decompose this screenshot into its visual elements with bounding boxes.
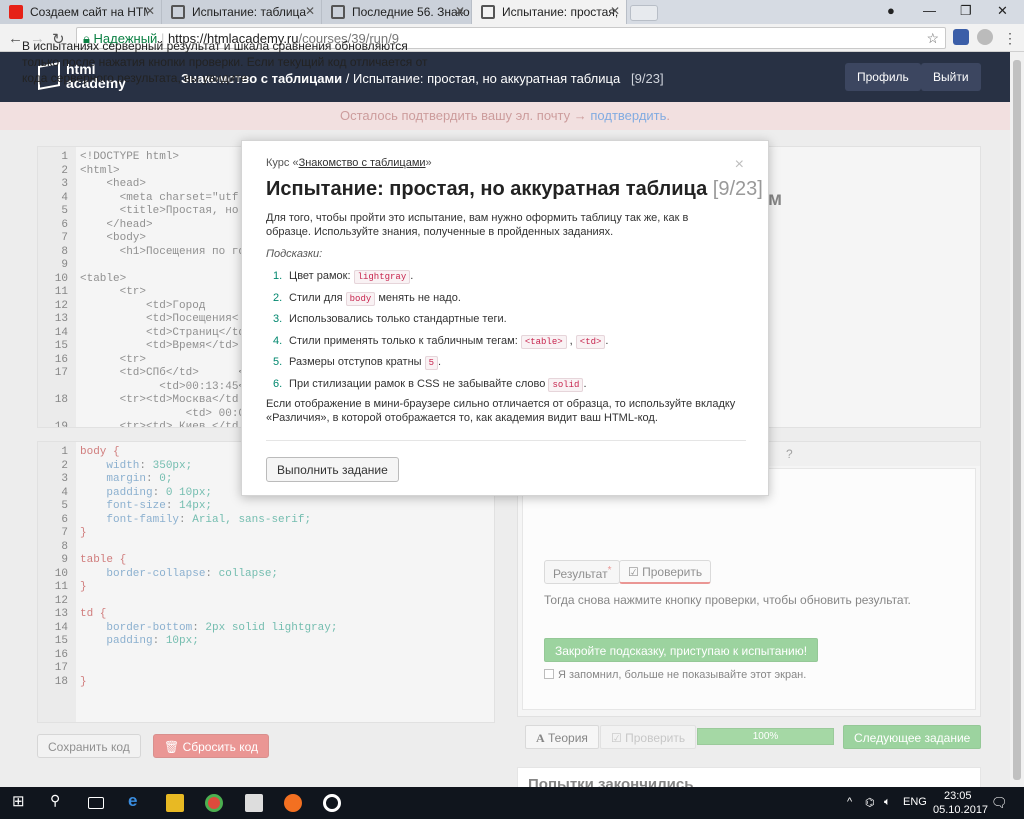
hint-text: . xyxy=(410,270,414,282)
hint-text: В испытаниях серверный результат и шкала… xyxy=(22,39,428,85)
extension-icon[interactable] xyxy=(953,29,969,45)
hints-list: 1. Цвет рамок: lightgray. 2. Стили для bo… xyxy=(273,268,743,398)
browser-tab-bar: Создаем сайт на HTML5 ✕ Испытание: табли… xyxy=(0,0,1024,24)
task-modal: Курс «Знакомство с таблицами» × Испытани… xyxy=(241,140,769,496)
browser-tab-2[interactable]: Испытание: таблица по ✕ xyxy=(162,0,322,24)
clock-date[interactable]: 05.10.2017 xyxy=(933,804,988,816)
hint-text: . xyxy=(583,377,587,390)
hint-item: 4. Стили применять только к табличным те… xyxy=(273,333,743,355)
course-suffix: » xyxy=(425,157,432,169)
hints-label: Подсказки: xyxy=(266,248,323,260)
breadcrumb-count: [9/23] xyxy=(631,71,664,86)
hint-item: 2. Стили для body менять не надо. xyxy=(273,290,743,312)
modal-footer-text: Если отображение в мини-браузере сильно … xyxy=(266,398,736,424)
modal-divider xyxy=(266,440,746,441)
course-link[interactable]: Знакомство с таблицами xyxy=(299,157,426,169)
edge-icon[interactable]: e xyxy=(128,791,146,810)
browser-tab-4[interactable]: Испытание: простая, но ✕ xyxy=(472,0,627,24)
hint-text: , xyxy=(566,334,576,347)
bookmark-star-icon[interactable]: ☆ xyxy=(926,30,939,47)
modal-title-text: Испытание: простая, но аккуратная таблиц… xyxy=(266,178,708,200)
tab-title: Последние 56. Знаком xyxy=(352,5,470,19)
close-window-icon[interactable]: ✕ xyxy=(997,3,1008,19)
hint-text: . xyxy=(605,334,609,347)
tab-title: Создаем сайт на HTML5 xyxy=(30,5,148,19)
close-tab-icon[interactable]: ✕ xyxy=(455,4,465,18)
run-task-button[interactable]: Выполнить задание xyxy=(266,457,399,482)
task-view-icon[interactable] xyxy=(88,797,104,809)
modal-title: Испытание: простая, но аккуратная таблиц… xyxy=(266,178,763,201)
new-tab-button[interactable] xyxy=(630,5,658,21)
hint-number: 5. xyxy=(273,356,283,369)
store-icon[interactable] xyxy=(245,794,263,812)
file-explorer-icon[interactable] xyxy=(166,794,184,812)
hint-text: менять не надо. xyxy=(375,291,461,304)
course-prefix: Курс « xyxy=(266,157,299,169)
hint-number: 2. xyxy=(273,291,283,304)
hint-number: 1. xyxy=(273,270,283,282)
network-icon[interactable]: ⌬ xyxy=(865,796,875,809)
hint-text: Цвет рамок: xyxy=(286,270,354,282)
close-tab-icon[interactable]: ✕ xyxy=(610,4,620,18)
firefox-icon[interactable] xyxy=(284,794,302,812)
profile-icon[interactable]: ● xyxy=(887,3,895,18)
browser-tab-3[interactable]: Последние 56. Знаком ✕ xyxy=(322,0,472,24)
hint-item: 3. Использовались только стандартные тег… xyxy=(273,311,743,333)
hint-code: solid xyxy=(548,377,584,392)
modal-close-icon[interactable]: × xyxy=(735,156,744,174)
page-scrollbar[interactable] xyxy=(1010,52,1024,787)
hint-code: 5 xyxy=(424,356,439,371)
menu-icon[interactable]: ⋮ xyxy=(1003,30,1017,47)
close-tab-icon[interactable]: ✕ xyxy=(145,4,155,18)
modal-course: Курс «Знакомство с таблицами» xyxy=(266,157,432,169)
close-tab-icon[interactable]: ✕ xyxy=(305,4,315,18)
tab-title: Испытание: простая, но xyxy=(502,5,620,19)
hint-text: Стили для xyxy=(286,291,346,304)
hint-text: Использовались только стандартные теги. xyxy=(286,313,507,326)
youtube-icon xyxy=(9,5,23,19)
hint-text: При стилизации рамок в CSS не забывайте … xyxy=(286,377,549,390)
hint-number: 3. xyxy=(273,313,283,326)
scrollbar-thumb[interactable] xyxy=(1013,60,1021,780)
htmlacademy-icon xyxy=(331,5,345,19)
hint-number: 6. xyxy=(273,377,283,390)
hint-text: . xyxy=(438,356,442,369)
back-icon[interactable]: ← xyxy=(8,30,23,47)
modal-title-count: [9/23] xyxy=(712,178,763,200)
hint-code: lightgray xyxy=(353,270,411,284)
hint-item: 6. При стилизации рамок в CSS не забывай… xyxy=(273,376,743,398)
hint-text-block: В испытаниях серверный результат и шкала… xyxy=(22,38,432,86)
htmlacademy-icon xyxy=(481,5,495,19)
extension-globe-icon[interactable] xyxy=(977,29,993,45)
profile-button[interactable]: Профиль xyxy=(845,63,921,91)
hint-code: <td> xyxy=(575,334,606,349)
htmlacademy-icon xyxy=(171,5,185,19)
chrome-icon[interactable] xyxy=(205,794,223,812)
volume-icon[interactable]: 🔈︎ xyxy=(884,796,891,809)
tray-chevron-icon[interactable]: ^ xyxy=(847,796,852,808)
browser-tab-1[interactable]: Создаем сайт на HTML5 ✕ xyxy=(0,0,162,24)
hint-item: 1. Цвет рамок: lightgray. xyxy=(273,268,743,290)
language-indicator[interactable]: ENG xyxy=(903,796,927,808)
tab-title: Испытание: таблица по xyxy=(192,5,310,19)
notifications-icon[interactable]: 🗨︎ xyxy=(991,795,1008,811)
maximize-icon[interactable]: ❐ xyxy=(960,3,972,19)
logout-button[interactable]: Выйти xyxy=(921,63,981,91)
clock-time[interactable]: 23:05 xyxy=(944,790,972,802)
windows-taskbar: ⊞ ⚲ e ^ ⌬ 🔈︎ ENG 23:05 05.10.2017 🗨︎ xyxy=(0,787,1024,819)
search-icon[interactable]: ⚲ xyxy=(50,792,68,810)
hint-text: Размеры отступов кратны xyxy=(286,356,425,369)
windows-start-icon[interactable]: ⊞ xyxy=(12,792,30,810)
hint-code: <table> xyxy=(520,334,567,349)
modal-description: Для того, чтобы пройти это испытание, ва… xyxy=(266,212,689,238)
hint-number: 4. xyxy=(273,334,283,347)
hint-text: Стили применять только к табличным тегам… xyxy=(286,334,521,347)
hint-code: body xyxy=(345,291,376,306)
hint-item: 5. Размеры отступов кратны 5. xyxy=(273,354,743,376)
minimize-icon[interactable]: — xyxy=(923,3,936,18)
app-icon[interactable] xyxy=(323,794,341,812)
